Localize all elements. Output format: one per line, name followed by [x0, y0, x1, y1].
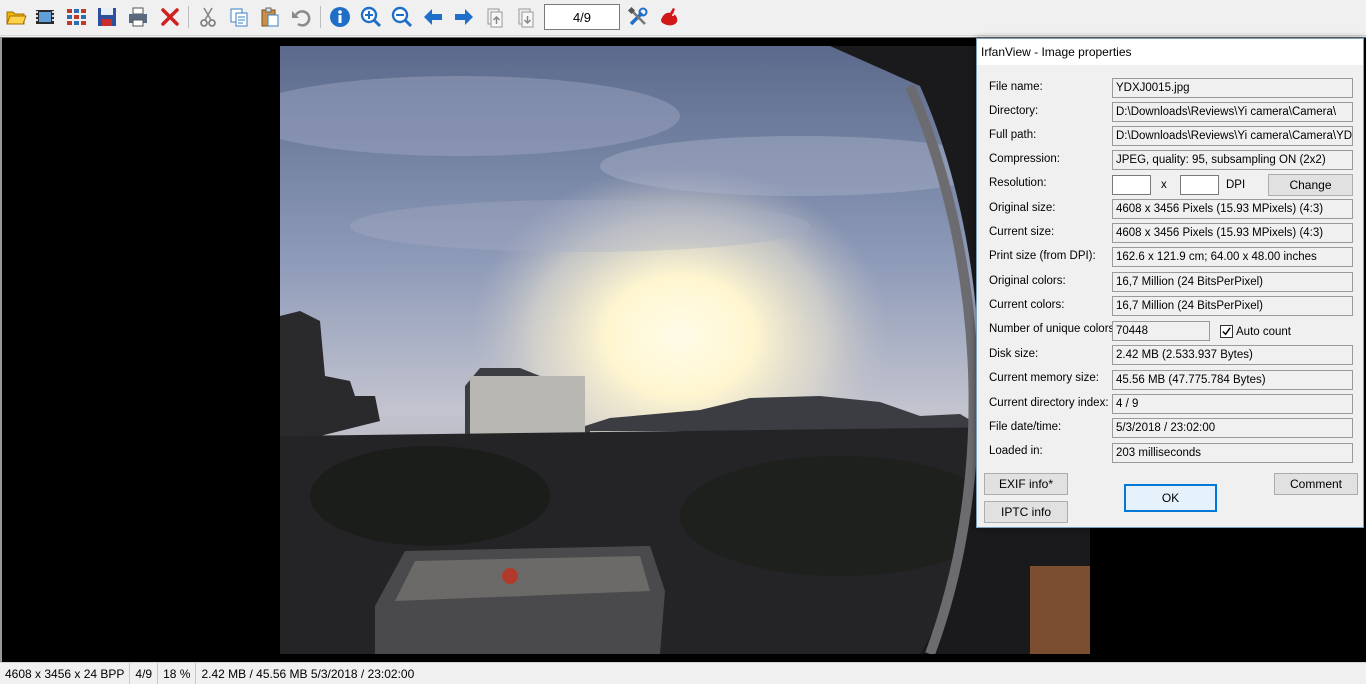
compression-field[interactable]: JPEG, quality: 95, subsampling ON (2x2) [1112, 150, 1353, 170]
current-size-field[interactable]: 4608 x 3456 Pixels (15.93 MPixels) (4:3) [1112, 223, 1353, 243]
irfanview-logo-icon[interactable] [656, 4, 682, 30]
iptc-info-button[interactable]: IPTC info [984, 501, 1068, 523]
image-properties-dialog: IrfanView - Image properties File name: … [976, 38, 1364, 528]
auto-count-label[interactable]: Auto count [1236, 322, 1291, 342]
page-indicator-field[interactable]: 4/9 [544, 4, 620, 30]
last-page-icon[interactable] [513, 4, 539, 30]
original-colors-label: Original colors: [989, 275, 1066, 287]
resolution-x-separator: x [1161, 179, 1167, 191]
dialog-title[interactable]: IrfanView - Image properties [977, 39, 1363, 65]
directory-field[interactable]: D:\Downloads\Reviews\Yi camera\Camera\ [1112, 102, 1353, 122]
memory-size-label: Current memory size: [989, 372, 1099, 384]
status-size-date: 2.42 MB / 45.56 MB 5/3/2018 / 23:02:00 [201, 666, 415, 681]
info-icon[interactable] [327, 4, 353, 30]
settings-tools-icon[interactable] [625, 4, 651, 30]
zoom-in-icon[interactable] [358, 4, 384, 30]
thumbnails-icon[interactable] [63, 4, 89, 30]
auto-count-checkbox[interactable] [1220, 325, 1233, 338]
print-size-field[interactable]: 162.6 x 121.9 cm; 64.00 x 48.00 inches [1112, 247, 1353, 267]
directory-label: Directory: [989, 105, 1039, 117]
undo-icon[interactable] [288, 4, 314, 30]
next-arrow-icon[interactable] [451, 4, 477, 30]
previous-arrow-icon[interactable] [420, 4, 446, 30]
change-resolution-button[interactable]: Change [1268, 174, 1353, 196]
first-page-icon[interactable] [482, 4, 508, 30]
memory-size-field[interactable]: 45.56 MB (47.775.784 Bytes) [1112, 370, 1353, 390]
loaded-in-field[interactable]: 203 milliseconds [1112, 443, 1353, 463]
unique-colors-field[interactable]: 70448 [1112, 321, 1210, 341]
paste-icon[interactable] [257, 4, 283, 30]
full-path-label: Full path: [989, 129, 1037, 141]
file-name-label: File name: [989, 81, 1043, 93]
resolution-y-input[interactable] [1180, 175, 1219, 195]
cut-icon[interactable] [195, 4, 221, 30]
comment-button[interactable]: Comment [1274, 473, 1358, 495]
status-index: 4/9 [130, 662, 159, 684]
current-colors-label: Current colors: [989, 299, 1065, 311]
loaded-in-label: Loaded in: [989, 445, 1043, 457]
disk-size-label: Disk size: [989, 348, 1039, 360]
full-path-field[interactable]: D:\Downloads\Reviews\Yi camera\Camera\YD… [1112, 126, 1353, 146]
file-date-label: File date/time: [989, 421, 1062, 433]
file-date-field[interactable]: 5/3/2018 / 23:02:00 [1112, 418, 1353, 438]
directory-index-label: Current directory index: [989, 397, 1109, 409]
disk-size-field[interactable]: 2.42 MB (2.533.937 Bytes) [1112, 345, 1353, 365]
ok-button[interactable]: OK [1124, 484, 1217, 512]
resolution-label: Resolution: [989, 177, 1047, 189]
current-colors-field[interactable]: 16,7 Million (24 BitsPerPixel) [1112, 296, 1353, 316]
main-toolbar: 4/9 [0, 0, 1366, 36]
toolbar-separator [188, 6, 189, 28]
original-colors-field[interactable]: 16,7 Million (24 BitsPerPixel) [1112, 272, 1353, 292]
directory-index-field[interactable]: 4 / 9 [1112, 394, 1353, 414]
toolbar-separator [320, 6, 321, 28]
slideshow-icon[interactable] [32, 4, 58, 30]
zoom-out-icon[interactable] [389, 4, 415, 30]
original-size-label: Original size: [989, 202, 1056, 214]
resolution-unit-label: DPI [1226, 179, 1246, 191]
open-folder-icon[interactable] [3, 4, 29, 30]
print-size-label: Print size (from DPI): [989, 250, 1096, 262]
compression-label: Compression: [989, 153, 1060, 165]
displayed-photo [280, 46, 1090, 654]
status-zoom: 18 % [158, 662, 197, 684]
status-dimensions: 4608 x 3456 x 24 BPP [0, 662, 131, 684]
resolution-x-input[interactable] [1112, 175, 1151, 195]
print-icon[interactable] [125, 4, 151, 30]
save-icon[interactable] [94, 4, 120, 30]
unique-colors-label: Number of unique colors: [989, 323, 1118, 335]
current-size-label: Current size: [989, 226, 1055, 238]
original-size-field[interactable]: 4608 x 3456 Pixels (15.93 MPixels) (4:3) [1112, 199, 1353, 219]
delete-icon[interactable] [157, 4, 183, 30]
file-name-field[interactable]: YDXJ0015.jpg [1112, 78, 1353, 98]
exif-info-button[interactable]: EXIF info* [984, 473, 1068, 495]
status-bar: 4608 x 3456 x 24 BPP 4/9 18 % 2.42 MB / … [0, 662, 1366, 684]
copy-icon[interactable] [226, 4, 252, 30]
